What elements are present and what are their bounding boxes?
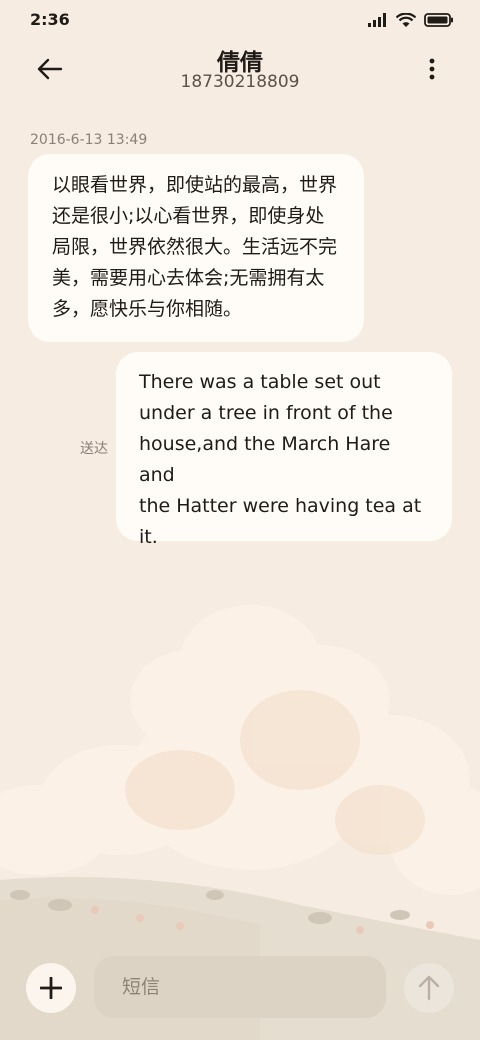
status-bar: 2:36 (0, 0, 480, 40)
message-line: 局限，世界依然很大。生活远不完 (52, 236, 338, 258)
contact-number: 18730218809 (180, 72, 300, 92)
delivery-status: 送达 (80, 441, 108, 457)
message-timestamp: 2016-6-13 13:49 (30, 132, 148, 148)
message-line: the Hatter were having tea at (139, 495, 422, 517)
message-line: 美，需要用心去体会;无需拥有太 (52, 267, 325, 289)
add-attachment-button[interactable] (26, 963, 76, 1013)
arrow-up-icon (418, 975, 440, 1001)
message-line: 以眼看世界，即使站的最高，世界 (52, 174, 338, 196)
battery-icon (424, 13, 453, 27)
message-input[interactable] (94, 956, 386, 1018)
more-vertical-icon (429, 58, 435, 80)
more-options-button[interactable] (420, 54, 444, 84)
plus-icon (40, 977, 62, 999)
message-line: house,and the March Hare and (139, 433, 391, 486)
incoming-message-bubble[interactable]: 以眼看世界，即使站的最高，世界 还是很小;以心看世界，即使身处 局限，世界依然很… (28, 154, 364, 342)
message-composer (0, 950, 480, 1030)
message-line: 还是很小;以心看世界，即使身处 (52, 205, 325, 227)
signal-icon (368, 13, 386, 27)
message-line: it. (139, 526, 158, 548)
status-icons (368, 11, 454, 29)
outgoing-message-bubble[interactable]: There was a table set out under a tree i… (116, 352, 452, 548)
conversation-header: 倩倩 18730218809 (0, 40, 480, 100)
wifi-icon (396, 12, 416, 27)
message-line: There was a table set out (139, 371, 381, 393)
message-line: under a tree in front of the (139, 402, 393, 424)
status-time: 2:36 (30, 10, 70, 29)
send-button[interactable] (404, 963, 454, 1013)
message-line: 多，愿快乐与你相随。 (52, 298, 243, 320)
